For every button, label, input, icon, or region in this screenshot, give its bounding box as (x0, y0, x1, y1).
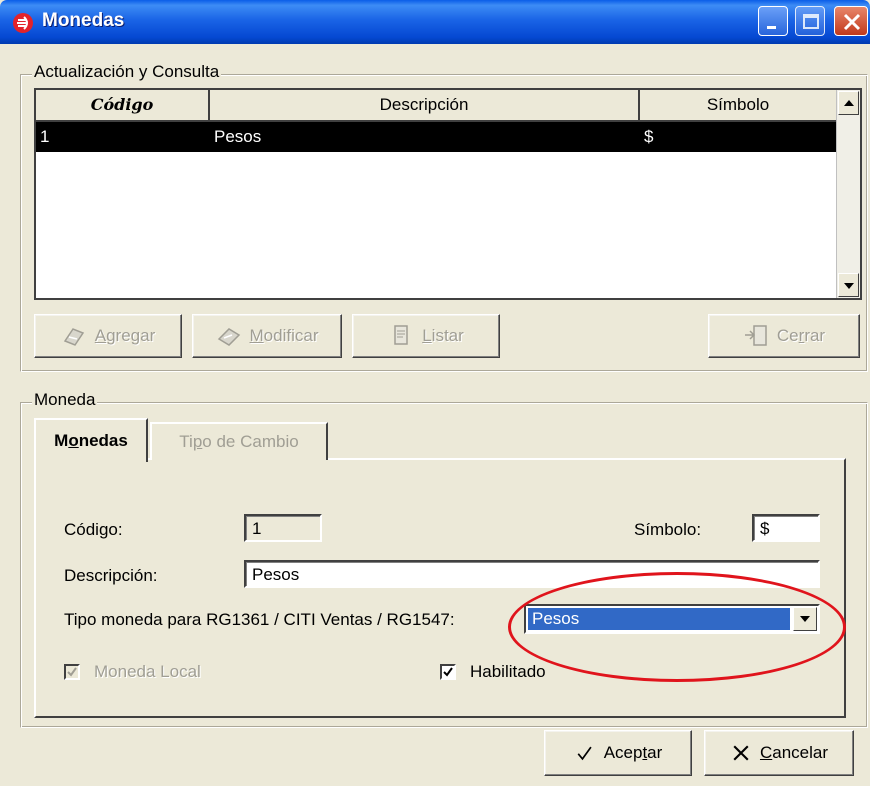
modify-button[interactable]: Modificar (192, 314, 342, 358)
cancel-button-label-post: ancelar (772, 743, 829, 762)
tipo-moneda-label: Tipo moneda para RG1361 / CITI Ventas / … (64, 610, 455, 629)
checkmark-icon (67, 667, 77, 677)
codigo-field[interactable]: 1 (244, 514, 322, 542)
column-header-descripcion[interactable]: Descripción (210, 90, 640, 122)
add-icon (63, 328, 84, 346)
close-form-button-label-pre: Ce (776, 326, 799, 345)
grid-vertical-scrollbar[interactable] (836, 90, 860, 298)
list-button-label-post: istar (431, 326, 464, 345)
maximize-button[interactable] (795, 6, 825, 36)
tab-tipo-de-cambio-label-key: p (192, 432, 203, 451)
simbolo-field[interactable]: $ (752, 514, 820, 542)
checkmark-icon (577, 746, 592, 761)
cell-descripcion: Pesos (214, 127, 262, 146)
annotation-ellipse (508, 572, 846, 682)
app-logo-icon (13, 13, 33, 33)
arrow-down-icon (844, 283, 854, 289)
accept-button[interactable]: Aceptar (544, 730, 692, 776)
exit-door-icon (744, 325, 767, 346)
maximize-icon (803, 14, 819, 29)
window-title: Monedas (42, 10, 125, 31)
close-icon (843, 13, 861, 31)
add-button-label-key: A (94, 326, 107, 345)
add-button-label-post: gregar (106, 326, 156, 345)
cross-icon (733, 745, 749, 761)
tab-monedas-label-post: nedas (78, 431, 128, 450)
grid-header: Código Descripción Símbolo (36, 90, 836, 122)
list-button[interactable]: Listar (352, 314, 500, 358)
accept-button-label-post: ar (647, 743, 663, 762)
checkmark-icon (443, 667, 453, 677)
column-header-codigo[interactable]: Código (36, 90, 210, 122)
modify-button-label-post: odificar (263, 326, 319, 345)
scroll-down-button[interactable] (838, 273, 859, 297)
codigo-label: Código: (64, 520, 123, 539)
minimize-button[interactable] (758, 6, 788, 36)
moneda-local-label: Moneda Local (94, 662, 201, 681)
tab-tipo-de-cambio[interactable]: Tipo de Cambio (150, 422, 328, 460)
arrow-up-icon (844, 100, 854, 106)
habilitado-label: Habilitado (470, 662, 546, 681)
currency-group-label: Moneda (32, 390, 98, 410)
close-form-button[interactable]: Cerrar (708, 314, 860, 358)
tab-monedas-label-key: o (68, 431, 79, 450)
tab-monedas[interactable]: Monedas (34, 418, 148, 462)
scroll-up-button[interactable] (838, 91, 859, 115)
update-query-group-label: Actualización y Consulta (32, 62, 222, 82)
tab-tipo-de-cambio-label-post: o de Cambio (202, 432, 299, 451)
title-bar[interactable]: Monedas (0, 0, 870, 44)
tab-monedas-label: Monedas (54, 431, 128, 451)
descripcion-label: Descripción: (64, 566, 158, 585)
cell-codigo: 1 (40, 127, 50, 146)
simbolo-label: Símbolo: (634, 520, 702, 539)
tab-tipo-de-cambio-label-pre: Ti (179, 432, 193, 451)
list-button-label-key: L (422, 326, 432, 345)
moneda-local-checkbox[interactable] (64, 664, 80, 680)
modify-icon (217, 328, 240, 346)
printer-icon (394, 325, 408, 345)
column-header-simbolo[interactable]: Símbolo (640, 90, 836, 122)
table-row[interactable]: 1 Pesos $ (36, 122, 836, 152)
currency-grid[interactable]: Código Descripción Símbolo 1 Pesos $ (34, 88, 862, 300)
cancel-button[interactable]: Cancelar (704, 730, 854, 776)
habilitado-checkbox[interactable] (440, 664, 456, 680)
close-form-button-label-post: rar (804, 326, 826, 345)
close-button[interactable] (834, 6, 868, 36)
modify-button-label-key: M (249, 326, 264, 345)
tab-tipo-de-cambio-label: Tipo de Cambio (179, 432, 298, 452)
cell-simbolo: $ (644, 127, 654, 146)
add-button[interactable]: Agregar (34, 314, 182, 358)
accept-button-label-pre: Acep (603, 743, 643, 762)
tab-monedas-label-pre: M (54, 431, 69, 450)
minimize-icon (767, 26, 776, 29)
cancel-button-label-key: C (759, 743, 773, 762)
